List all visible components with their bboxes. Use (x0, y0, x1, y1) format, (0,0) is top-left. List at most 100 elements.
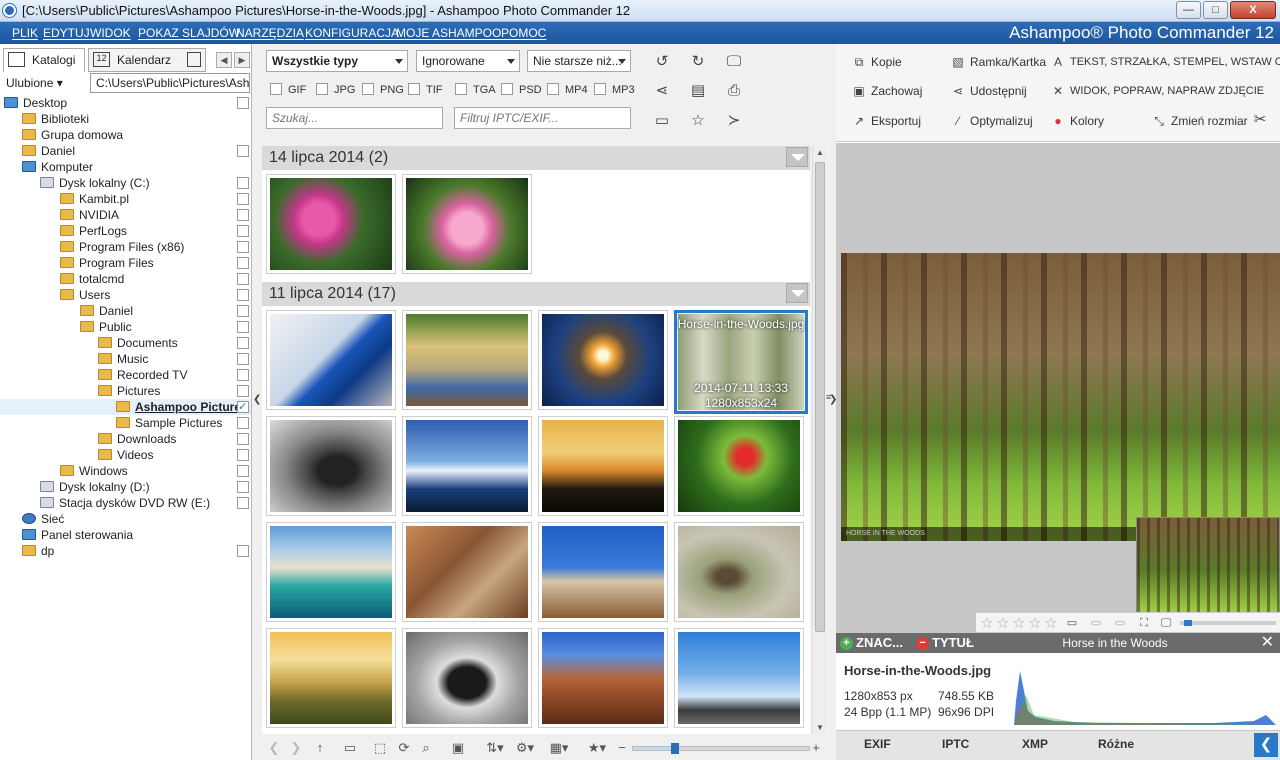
refresh-icon[interactable]: ⟳ (396, 740, 412, 756)
tags-tab[interactable]: + ZNAC... (840, 635, 903, 650)
format-mp4-checkbox[interactable]: MP4 (547, 83, 588, 97)
thumbnail[interactable] (402, 522, 532, 622)
thumbnail[interactable] (674, 628, 804, 728)
tree-checkbox[interactable] (237, 545, 249, 557)
scroll-up-icon[interactable]: ▲ (816, 148, 824, 157)
view-mode-icon[interactable]: ▭ (342, 740, 358, 756)
close-button[interactable]: X (1230, 1, 1276, 19)
image-title-field[interactable]: Horse in the Woods (976, 633, 1254, 653)
thumbnail[interactable] (674, 522, 804, 622)
export-button[interactable]: ↗ Eksportuj (852, 112, 921, 130)
resize-button[interactable]: ⤡ Zmień rozmiar (1152, 112, 1248, 130)
tree-checkbox[interactable] (237, 369, 249, 381)
rating-star-icon[interactable]: ☆ (1012, 614, 1025, 632)
zoom-slider[interactable] (632, 743, 810, 754)
share-icon[interactable]: ⋖ (652, 81, 672, 101)
histogram-icon[interactable]: ▭ (1112, 615, 1128, 631)
settings-icon[interactable]: ⚙▾ (512, 740, 538, 756)
preview-zoom-knob[interactable] (1184, 620, 1192, 626)
tab-kalendarz[interactable]: 12 Kalendarz (88, 48, 206, 72)
tree-checkbox[interactable] (237, 353, 249, 365)
archive-icon[interactable]: ▭ (652, 111, 672, 131)
info-image-icon[interactable]: ▭ (1064, 615, 1080, 631)
title-tab[interactable]: − TYTUŁ (916, 635, 974, 650)
optimize-button[interactable]: ⁄ Optymalizuj (951, 112, 1033, 130)
scissors-icon[interactable]: ✂ (1250, 110, 1270, 130)
menu-widok[interactable]: WIDOK (90, 26, 131, 40)
group-header[interactable]: 11 lipca 2014 (17) (262, 282, 810, 306)
tree-checkbox[interactable] (237, 193, 249, 205)
thumbnail[interactable] (402, 310, 532, 410)
star-icon[interactable]: ☆ (688, 111, 708, 131)
age-filter-select[interactable]: Nie starsze niż... (527, 50, 631, 72)
thumbnail[interactable] (266, 416, 396, 516)
tree-checkbox[interactable] (237, 321, 249, 333)
favorites-dropdown[interactable]: Ulubione ▾ (6, 76, 63, 90)
thumbnail[interactable] (674, 416, 804, 516)
format-jpg-checkbox[interactable]: JPG (316, 83, 355, 97)
zoom-icon[interactable]: ⌕ (418, 740, 434, 756)
tree-checkbox[interactable] (237, 449, 249, 461)
format-gif-checkbox[interactable]: GIF (270, 83, 306, 97)
up-folder-icon[interactable]: ↑ (312, 740, 328, 756)
print-icon[interactable]: ⎙ (724, 81, 744, 101)
scroll-thumb[interactable] (815, 162, 825, 632)
format-tga-checkbox[interactable]: TGA (455, 83, 496, 97)
sort-icon[interactable]: ⇅▾ (482, 740, 508, 756)
format-mp3-checkbox[interactable]: MP3 (594, 83, 635, 97)
type-filter-select[interactable]: Wszystkie typy (266, 50, 408, 72)
tree-checkbox[interactable] (237, 465, 249, 477)
path-field[interactable]: C:\Users\Public\Pictures\Ashampoo Pictur… (90, 73, 250, 93)
text-arrow-stamp-button[interactable]: A TEKST, STRZAŁKA, STEMPEL, WSTAW OB (1051, 53, 1280, 71)
share-button[interactable]: ⋖ Udostępnij (951, 82, 1027, 100)
colors-button[interactable]: ● Kolory (1051, 112, 1104, 130)
compare-icon[interactable]: ▭ (1088, 615, 1104, 631)
thumbnail[interactable] (538, 628, 668, 728)
format-psd-checkbox[interactable]: PSD (501, 83, 542, 97)
rating-star-icon[interactable]: ☆ (1044, 614, 1057, 632)
iptc-filter-input[interactable] (454, 107, 631, 129)
tree-checkbox[interactable] (237, 289, 249, 301)
minimize-button[interactable]: — (1176, 1, 1201, 19)
right-splitter[interactable]: ≡ ❯ (826, 44, 837, 760)
tree-checkbox[interactable] (237, 433, 249, 445)
zoom-in-icon[interactable]: + (808, 740, 824, 756)
save-button[interactable]: ▣ Zachowaj (852, 82, 922, 100)
tab-rozne[interactable]: Różne (1098, 737, 1134, 751)
menu-pokaz-slajdow[interactable]: POKAZ SLAJDÓW (138, 26, 240, 40)
tree-checkbox[interactable] (237, 273, 249, 285)
thumbnail[interactable] (266, 628, 396, 728)
rotate-left-icon[interactable]: ↺ (652, 52, 672, 72)
collapse-panel-icon[interactable]: ❮ (1254, 733, 1278, 757)
zoom-slider-knob[interactable] (671, 743, 679, 754)
rotate-right-icon[interactable]: ↻ (688, 52, 708, 72)
rating-star-icon[interactable]: ☆ (1028, 614, 1041, 632)
format-tif-checkbox[interactable]: TIF (408, 83, 443, 97)
tree-checkbox[interactable] (237, 417, 249, 429)
copies-button[interactable]: ⧉ Kopie (852, 53, 902, 71)
tab-exif[interactable]: EXIF (864, 737, 891, 751)
back-icon[interactable]: ❮ (266, 740, 282, 756)
slideshow-icon[interactable]: 🖵 (724, 52, 744, 72)
thumbnail[interactable] (402, 416, 532, 516)
tree-checkbox[interactable] (237, 497, 249, 509)
thumbnail[interactable] (402, 628, 532, 728)
thumbnail-selected[interactable]: Horse-in-the-Woods.jpg 2014-07-11 13:33 … (674, 310, 808, 414)
folder-view-icon[interactable]: ▣ (450, 740, 466, 756)
menu-plik[interactable]: PLIK (12, 26, 38, 40)
thumbnail[interactable] (266, 522, 396, 622)
menu-konfiguracja[interactable]: KONFIGURACJA (305, 26, 399, 40)
thumbnail[interactable] (538, 416, 668, 516)
rating-filter-icon[interactable]: ★▾ (584, 740, 610, 756)
thumbnail-scrollbar[interactable]: ▲ ▼ (812, 146, 826, 734)
scroll-down-icon[interactable]: ▼ (816, 723, 824, 732)
monitor-icon[interactable]: 🖵 (1158, 615, 1174, 631)
menu-moje-ashampoo[interactable]: MOJE ASHAMPOO (396, 26, 501, 40)
tree-checkbox[interactable] (237, 385, 249, 397)
menu-narzedzia[interactable]: NARZĘDZIA (236, 26, 304, 40)
document-icon[interactable]: ▤ (688, 81, 708, 101)
search-input[interactable] (266, 107, 443, 129)
tree-checkbox[interactable] (237, 241, 249, 253)
menu-pomoc[interactable]: POMOC (501, 26, 546, 40)
zoom-out-icon[interactable]: − (614, 740, 630, 756)
